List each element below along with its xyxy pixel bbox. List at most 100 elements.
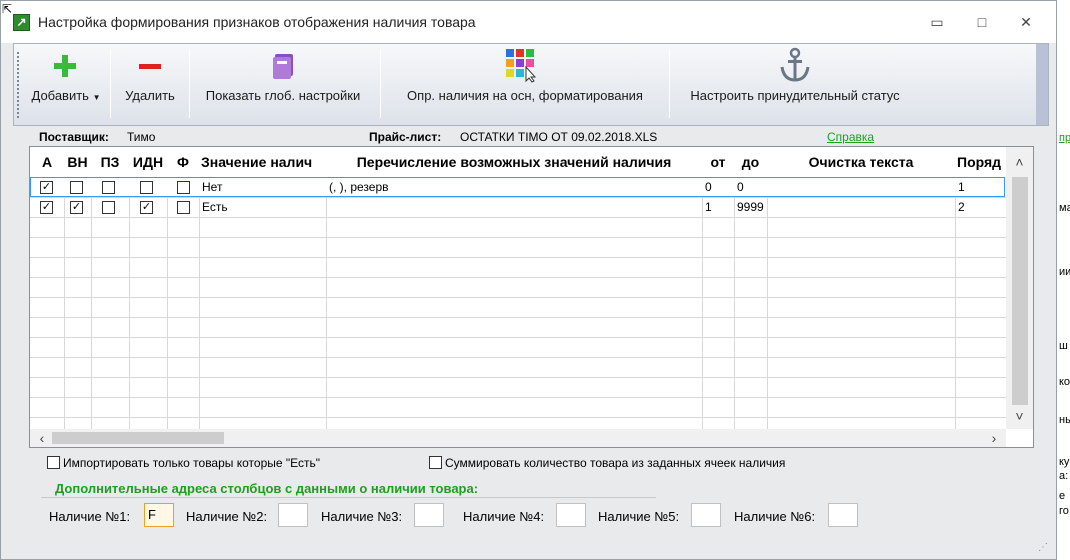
forced-status-button[interactable]: Настроить принудительный статус bbox=[672, 44, 918, 125]
minimize-button[interactable]: ▭ bbox=[925, 11, 949, 33]
cell-from[interactable]: 1 bbox=[703, 197, 734, 217]
cell-enum[interactable] bbox=[327, 197, 702, 217]
column-header-clean[interactable]: Очистка текста bbox=[767, 147, 955, 177]
vertical-scroll-thumb[interactable] bbox=[1012, 177, 1028, 405]
horizontal-scrollbar[interactable]: ‹ › bbox=[30, 429, 1006, 447]
cell-to[interactable]: 0 bbox=[735, 177, 767, 197]
help-link[interactable]: Справка bbox=[827, 130, 874, 144]
bg-text: ма bbox=[1059, 202, 1070, 214]
cell-to[interactable]: 9999 bbox=[735, 197, 767, 217]
add-label: Добавить ▼ bbox=[31, 88, 101, 103]
cell-value[interactable]: Нет bbox=[200, 177, 326, 197]
cell-order[interactable]: 2 bbox=[956, 197, 1005, 217]
sum-qty-label: Суммировать количество товара из заданны… bbox=[445, 456, 786, 470]
divider bbox=[41, 497, 656, 498]
checkbox-a-row2[interactable]: ✓ bbox=[40, 201, 53, 214]
close-icon: ✕ bbox=[1020, 14, 1032, 30]
cell-value[interactable]: Есть bbox=[200, 197, 326, 217]
bg-link[interactable]: пр bbox=[1059, 132, 1070, 144]
import-only-option[interactable]: Импортировать только товары которые "Ест… bbox=[47, 456, 320, 470]
availability-4-label: Наличие №4: bbox=[463, 509, 545, 524]
checkbox-vn-row1[interactable] bbox=[70, 181, 83, 194]
cell-order[interactable]: 1 bbox=[956, 177, 1005, 197]
availability-6-input[interactable] bbox=[828, 503, 858, 527]
book-icon bbox=[273, 54, 293, 79]
availability-3-input[interactable] bbox=[414, 503, 444, 527]
column-header-value[interactable]: Значение налич bbox=[199, 147, 326, 177]
availability-3-label: Наличие №3: bbox=[321, 509, 403, 524]
availability-4-input[interactable] bbox=[556, 503, 586, 527]
column-header-f[interactable]: Ф bbox=[167, 147, 199, 177]
bg-text: го bbox=[1059, 505, 1069, 517]
sum-qty-option[interactable]: Суммировать количество товара из заданны… bbox=[429, 456, 785, 470]
sum-qty-checkbox[interactable] bbox=[429, 456, 442, 470]
content-area: Поставщик: Тимо Прайс-лист: ОСТАТКИ TIMO… bbox=[29, 126, 1034, 536]
add-button[interactable]: Добавить ▼ bbox=[26, 44, 106, 125]
column-header-idn[interactable]: ИДН bbox=[129, 147, 167, 177]
toolbar-overflow[interactable] bbox=[1036, 44, 1048, 125]
maximize-icon: □ bbox=[977, 14, 987, 30]
checkbox-pz-row1[interactable] bbox=[102, 181, 115, 194]
toolbar: Добавить ▼ Удалить Показать глоб. настро… bbox=[13, 43, 1049, 126]
bg-text: ны bbox=[1059, 414, 1070, 426]
column-header-order[interactable]: Поряд bbox=[955, 147, 1006, 177]
checkbox-a-row1[interactable]: ✓ bbox=[40, 181, 53, 194]
checkbox-pz-row2[interactable] bbox=[102, 201, 115, 214]
cell-clean[interactable] bbox=[768, 197, 955, 217]
checkbox-f-row2[interactable] bbox=[177, 201, 190, 214]
anchor-icon bbox=[780, 47, 810, 82]
checkbox-idn-row2[interactable]: ✓ bbox=[140, 201, 153, 214]
info-bar: Поставщик: Тимо Прайс-лист: ОСТАТКИ TIMO… bbox=[29, 128, 1034, 146]
supplier-label: Поставщик: bbox=[39, 130, 109, 144]
availability-1-label: Наличие №1: bbox=[49, 509, 131, 524]
forced-status-label: Настроить принудительный статус bbox=[690, 88, 900, 103]
availability-2-input[interactable] bbox=[278, 503, 308, 527]
availability-1-input[interactable]: F bbox=[144, 503, 174, 527]
delete-label: Удалить bbox=[125, 88, 175, 103]
column-header-vn[interactable]: ВН bbox=[64, 147, 91, 177]
checkbox-f-row1[interactable] bbox=[177, 181, 190, 194]
cell-enum[interactable]: (, ), резерв bbox=[327, 177, 702, 197]
import-only-label: Импортировать только товары которые "Ест… bbox=[63, 456, 321, 470]
dialog-window: ↗ Настройка формирования признаков отобр… bbox=[0, 0, 1057, 560]
supplier-value: Тимо bbox=[127, 130, 156, 144]
checkbox-idn-row1[interactable] bbox=[140, 181, 153, 194]
global-settings-label: Показать глоб. настройки bbox=[205, 88, 361, 103]
column-header-enum[interactable]: Перечисление возможных значений наличия bbox=[326, 147, 702, 177]
resize-grip-icon[interactable]: ⋰ bbox=[1038, 542, 1048, 553]
scroll-right-icon[interactable]: › bbox=[984, 429, 1004, 447]
cell-clean[interactable] bbox=[768, 177, 955, 197]
window-title: Настройка формирования признаков отображ… bbox=[38, 14, 476, 30]
toolbar-grip[interactable] bbox=[17, 52, 19, 118]
column-header-pz[interactable]: ПЗ bbox=[91, 147, 129, 177]
delete-button[interactable]: Удалить bbox=[114, 44, 186, 125]
scroll-left-icon[interactable]: ‹ bbox=[32, 429, 52, 447]
pricelist-label: Прайс-лист: bbox=[369, 130, 442, 144]
format-availability-button[interactable]: Опр. наличия на осн, форматирования bbox=[384, 44, 666, 125]
dropdown-arrow-icon: ▼ bbox=[92, 93, 101, 102]
maximize-button[interactable]: □ bbox=[970, 11, 994, 33]
availability-5-label: Наличие №5: bbox=[598, 509, 680, 524]
bg-text: ии bbox=[1059, 266, 1070, 278]
availability-5-input[interactable] bbox=[691, 503, 721, 527]
column-header-from[interactable]: от bbox=[702, 147, 734, 177]
cell-from[interactable]: 0 bbox=[703, 177, 734, 197]
scroll-down-icon[interactable]: ˅ bbox=[1006, 405, 1033, 427]
column-header-a[interactable]: А bbox=[30, 147, 64, 177]
app-icon: ↗ bbox=[13, 14, 30, 31]
import-only-checkbox[interactable] bbox=[47, 456, 60, 470]
minus-icon bbox=[139, 64, 161, 69]
checkbox-vn-row2[interactable]: ✓ bbox=[70, 201, 83, 214]
close-button[interactable]: ✕ bbox=[1014, 11, 1038, 33]
column-header-to[interactable]: до bbox=[734, 147, 767, 177]
scroll-up-icon[interactable]: ˄ bbox=[1006, 151, 1033, 173]
mouse-cursor-icon: ⇱ bbox=[2, 2, 13, 16]
global-settings-button[interactable]: Показать глоб. настройки bbox=[192, 44, 374, 125]
vertical-scrollbar[interactable]: ˄ ˅ bbox=[1006, 147, 1033, 429]
bg-text: ш bbox=[1059, 340, 1068, 352]
bg-text: а: bbox=[1059, 470, 1069, 482]
bg-text: ко bbox=[1059, 376, 1070, 388]
horizontal-scroll-thumb[interactable] bbox=[52, 432, 224, 444]
title-bar: ↗ Настройка формирования признаков отобр… bbox=[1, 1, 1056, 43]
availability-6-label: Наличие №6: bbox=[734, 509, 816, 524]
